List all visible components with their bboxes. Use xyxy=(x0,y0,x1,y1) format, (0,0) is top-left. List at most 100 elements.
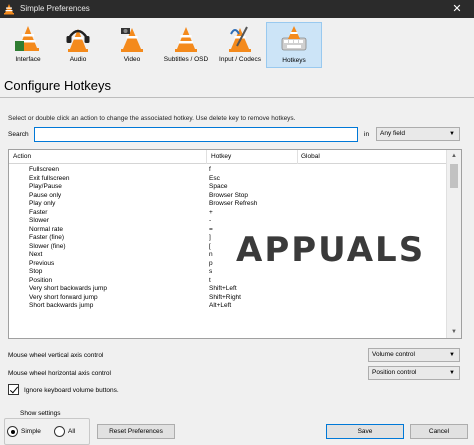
reset-preferences-button[interactable]: Reset Preferences xyxy=(97,424,175,439)
page-title: Configure Hotkeys xyxy=(4,78,111,93)
action-cell: Faster xyxy=(29,208,48,216)
scroll-down-icon[interactable]: ▼ xyxy=(447,326,461,338)
column-divider xyxy=(206,150,207,164)
scrollbar-thumb[interactable] xyxy=(450,164,458,188)
hotkeys-description: Select or double click an action to chan… xyxy=(8,115,296,122)
hotkey-cell: Space xyxy=(209,183,228,190)
hotkey-cell: p xyxy=(209,259,213,267)
ignore-volume-label: Ignore keyboard volume buttons. xyxy=(24,387,119,394)
hotkey-cell: Browser Stop xyxy=(209,191,249,199)
action-cell: Fullscreen xyxy=(29,166,59,173)
table-row[interactable]: Very short forward jump Shift+Right xyxy=(9,294,447,303)
tab-hotkeys[interactable]: Hotkeys xyxy=(266,22,322,68)
chevron-down-icon: ▼ xyxy=(449,131,455,137)
tab-label: Hotkeys xyxy=(282,57,306,64)
table-row[interactable]: Very short backwards jump Shift+Left xyxy=(9,285,447,294)
radio-simple[interactable] xyxy=(7,426,18,437)
hotkey-cell: Shift+Right xyxy=(209,293,241,301)
table-row[interactable]: Fullscreen f xyxy=(9,166,447,175)
search-field-select-value: Any field xyxy=(380,130,405,137)
column-divider xyxy=(297,150,298,164)
mouse-horizontal-select[interactable]: Position control ▼ xyxy=(368,366,460,380)
ignore-volume-checkbox[interactable] xyxy=(8,384,19,395)
table-row[interactable]: Slower - xyxy=(9,217,447,226)
search-field-select[interactable]: Any field ▼ xyxy=(376,127,460,141)
tab-interface[interactable]: Interface xyxy=(0,22,56,68)
hotkey-cell: f xyxy=(209,166,211,173)
hotkey-cell: = xyxy=(209,225,213,233)
table-row[interactable]: Short backwards jump Alt+Left xyxy=(9,302,447,311)
audio-headphones-cone-icon xyxy=(66,29,90,52)
action-cell: Slower xyxy=(29,217,49,224)
table-row[interactable]: Position t xyxy=(9,277,447,286)
tab-video[interactable]: Video xyxy=(104,22,160,68)
action-cell: Exit fullscreen xyxy=(29,174,70,182)
tab-audio[interactable]: Audio xyxy=(50,22,106,68)
hotkey-cell: t xyxy=(209,276,211,284)
action-cell: Normal rate xyxy=(29,225,63,233)
watermark-text: APPUALS xyxy=(236,230,426,270)
action-cell: Slower (fine) xyxy=(29,242,66,250)
mouse-vertical-select[interactable]: Volume control ▼ xyxy=(368,348,460,362)
hotkey-cell: Alt+Left xyxy=(209,302,232,309)
action-cell: Previous xyxy=(29,259,55,267)
save-button[interactable]: Save xyxy=(326,424,404,439)
watermark-logo: APPUALS xyxy=(236,224,423,274)
hotkeys-cone-icon xyxy=(281,26,307,51)
hotkey-cell: Esc xyxy=(209,174,220,182)
table-row[interactable]: Exit fullscreen Esc xyxy=(9,175,447,184)
action-cell: Stop xyxy=(29,268,43,275)
interface-cone-icon xyxy=(15,26,39,51)
search-in-label: in xyxy=(364,131,370,138)
vlc-cone-icon xyxy=(4,4,14,15)
video-cone-icon xyxy=(121,28,143,52)
heading-divider xyxy=(0,97,474,98)
action-cell: Pause only xyxy=(29,191,62,199)
scroll-up-icon[interactable]: ▲ xyxy=(447,150,461,162)
close-button[interactable]: ✕ xyxy=(440,0,474,18)
hotkey-cell: n xyxy=(209,251,213,258)
hotkey-cell: + xyxy=(209,208,213,216)
hotkey-cell: [ xyxy=(209,242,211,250)
tab-label: Video xyxy=(123,56,141,63)
hotkey-cell: s xyxy=(209,268,213,275)
search-label: Search xyxy=(8,131,29,138)
radio-simple-label: Simple xyxy=(21,428,41,435)
input-codecs-cone-icon xyxy=(229,26,251,52)
table-row[interactable]: Faster + xyxy=(9,209,447,218)
tab-input-codecs[interactable]: Input / Codecs xyxy=(212,22,268,68)
mouse-horizontal-label: Mouse wheel horizontal axis control xyxy=(8,370,111,377)
mouse-vertical-label: Mouse wheel vertical axis control xyxy=(8,352,104,359)
title-bar: Simple Preferences ✕ xyxy=(0,0,474,18)
table-row[interactable]: Play/Pause Space xyxy=(9,183,447,192)
action-cell: Play only xyxy=(29,200,56,207)
table-header: Action Hotkey Global xyxy=(9,150,447,164)
search-input[interactable] xyxy=(34,127,358,142)
show-settings-title: Show settings xyxy=(18,410,63,417)
table-row[interactable]: Pause only Browser Stop xyxy=(9,192,447,201)
column-header-global[interactable]: Global xyxy=(301,153,320,160)
mouse-horizontal-select-value: Position control xyxy=(372,369,417,376)
action-cell: Faster (fine) xyxy=(29,234,65,241)
tab-label: Interface xyxy=(15,56,41,63)
hotkey-cell: ] xyxy=(209,234,211,241)
radio-all[interactable] xyxy=(54,426,65,437)
action-cell: Short backwards jump xyxy=(29,302,94,309)
window-title: Simple Preferences xyxy=(20,4,90,13)
cancel-button[interactable]: Cancel xyxy=(410,424,468,439)
hotkey-cell: Browser Refresh xyxy=(209,200,258,207)
action-cell: Very short forward jump xyxy=(29,293,98,301)
tab-subtitles-osd[interactable]: Subtitles / OSD xyxy=(158,22,214,68)
action-cell: Play/Pause xyxy=(29,183,62,190)
table-row[interactable]: Play only Browser Refresh xyxy=(9,200,447,209)
chevron-down-icon: ▼ xyxy=(449,370,455,376)
column-header-action[interactable]: Action xyxy=(13,153,31,160)
radio-all-label: All xyxy=(68,428,76,435)
hotkey-cell: - xyxy=(209,217,212,224)
column-header-hotkey[interactable]: Hotkey xyxy=(211,153,231,160)
preferences-toolbar: Interface Audio Video Subtitles / OSD In… xyxy=(0,18,474,70)
mouse-vertical-select-value: Volume control xyxy=(372,351,415,358)
chevron-down-icon: ▼ xyxy=(449,352,455,358)
table-scrollbar[interactable]: ▲ ▼ xyxy=(446,150,461,338)
action-cell: Very short backwards jump xyxy=(29,285,108,292)
